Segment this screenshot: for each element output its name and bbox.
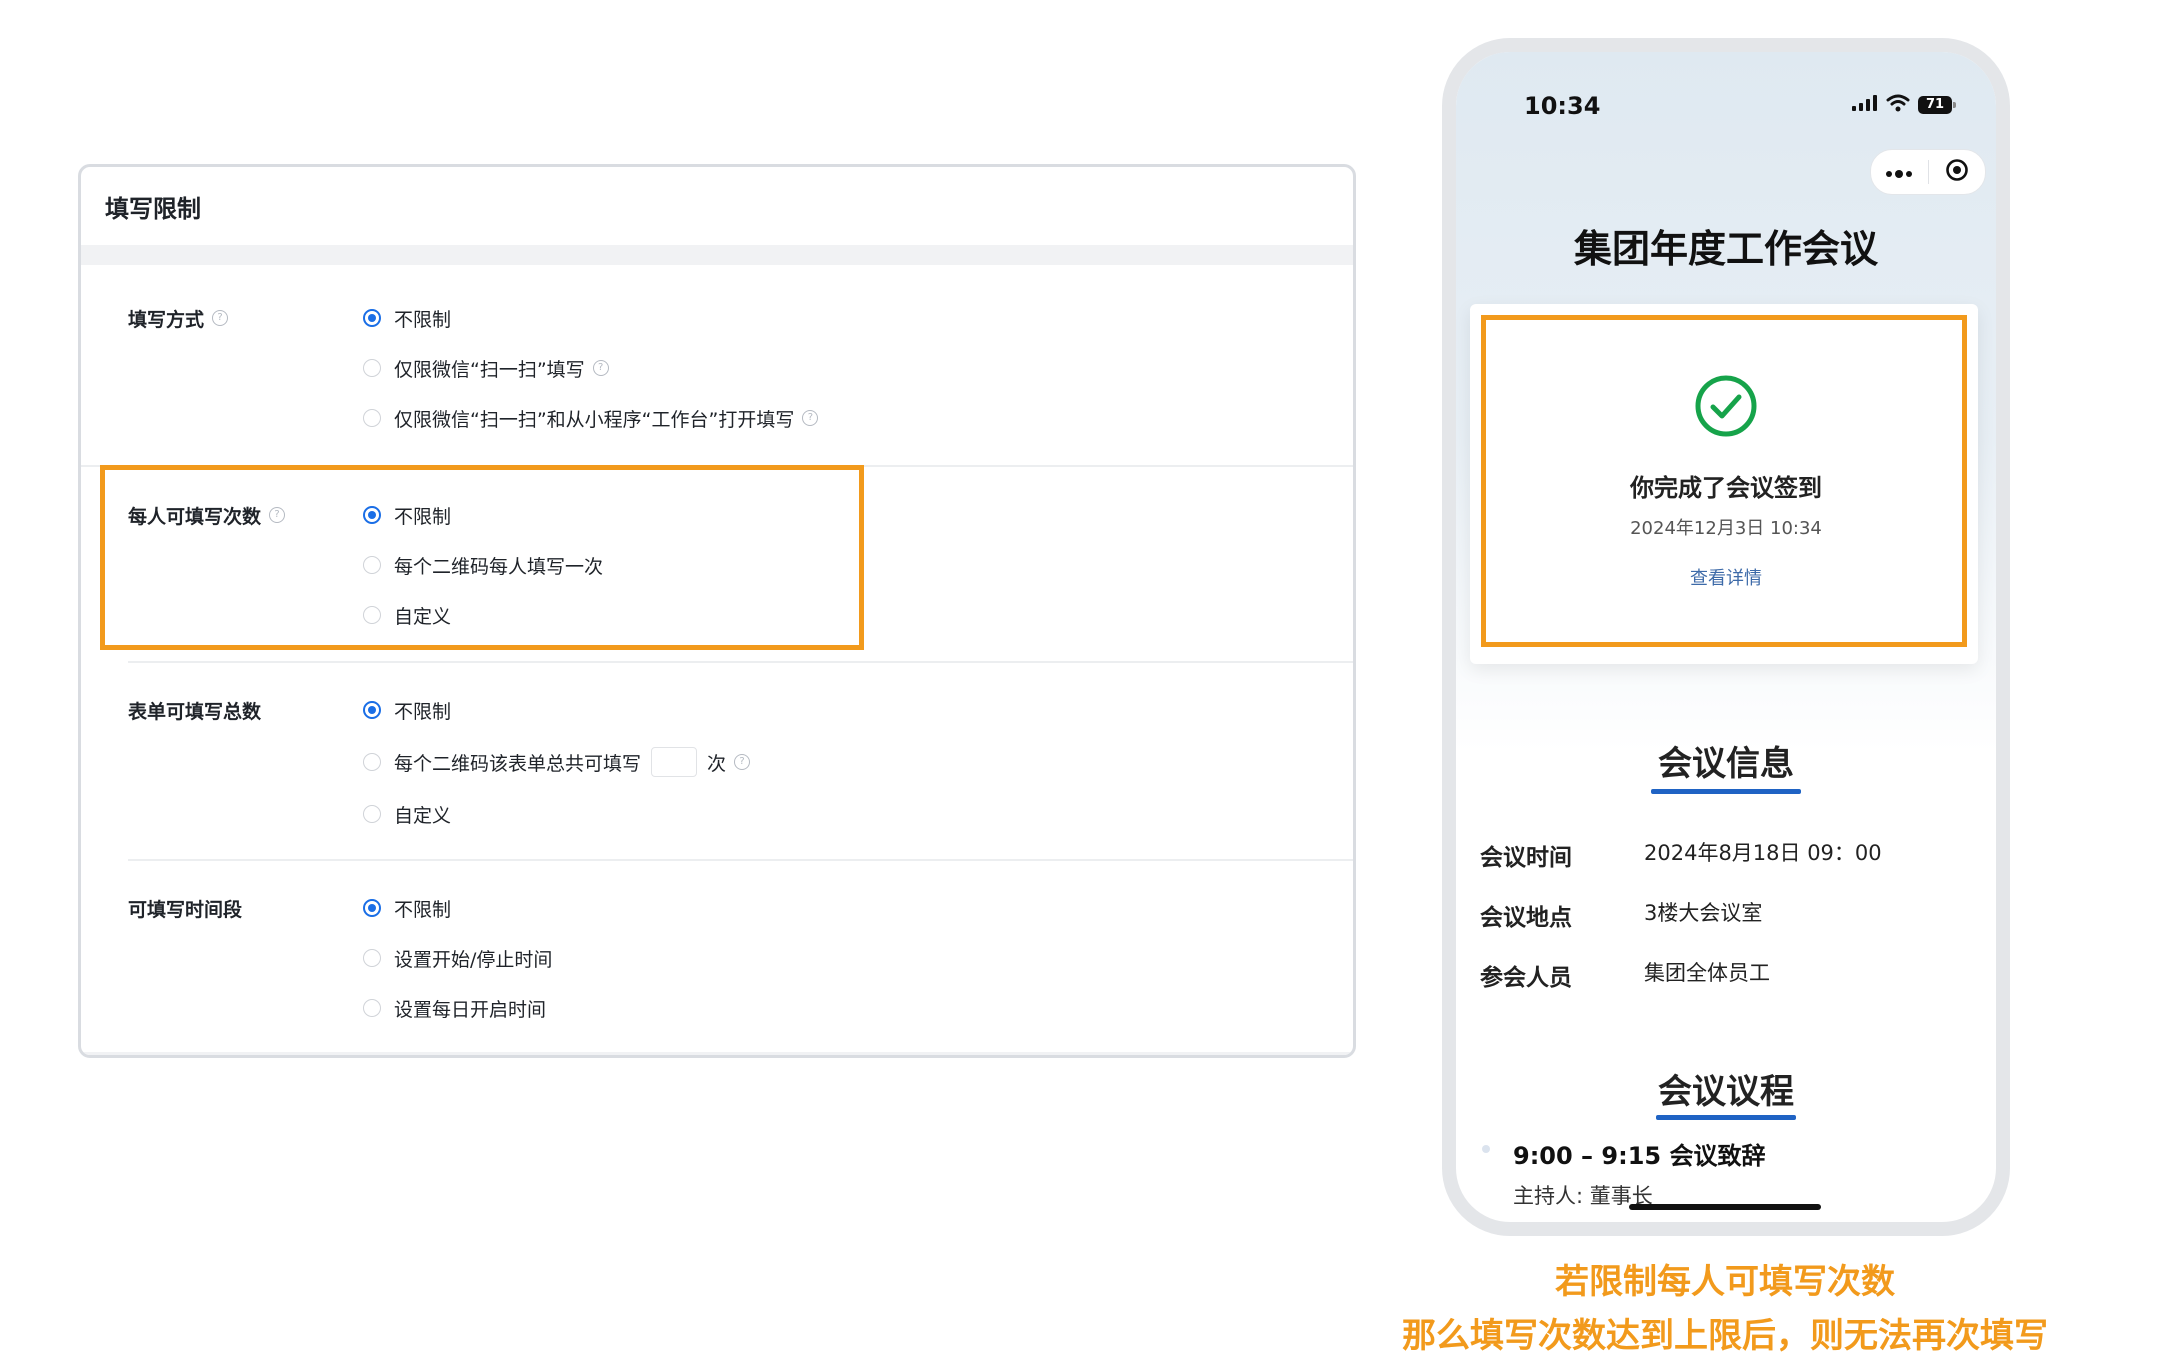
panel-title: 填写限制 [105, 194, 201, 223]
info-value-time: 2024年8月18日 09：00 [1644, 841, 1882, 865]
radio-checked-icon[interactable] [363, 309, 381, 327]
battery-icon: 71 [1918, 96, 1956, 114]
radio-unchecked-icon[interactable] [363, 805, 381, 823]
checkin-success-text: 你完成了会议签到 [1630, 474, 1822, 502]
agenda-title: 会议议程 [1658, 1072, 1794, 1112]
radio-option-unlimited[interactable]: 不限制 [363, 883, 451, 933]
section-label: 可填写时间段 [128, 898, 243, 921]
home-indicator [1629, 1204, 1821, 1210]
phone-mockup: 10:34 71 集团年度工作会议 你完成了会议签到 2024年12月3日 10… [1442, 38, 2010, 1236]
meeting-title: 集团年度工作会议 [1573, 227, 1878, 271]
radio-option-start-stop-time[interactable]: 设置开始/停止时间 [363, 933, 552, 983]
agenda-item: 9:00 – 9:15 会议致辞 [1513, 1142, 1766, 1170]
help-icon[interactable]: ? [734, 754, 751, 770]
section-label: 填写方式? [128, 293, 229, 343]
section-underline [1656, 1115, 1796, 1120]
radio-option-unlimited[interactable]: 不限制 [363, 293, 451, 343]
radio-option-daily-open-time[interactable]: 设置每日开启时间 [363, 983, 546, 1033]
radio-checked-icon[interactable] [363, 701, 381, 719]
radio-unchecked-icon[interactable] [363, 949, 381, 967]
radio-unchecked-icon[interactable] [363, 359, 381, 377]
section-underline [1651, 789, 1801, 794]
caption-line-1: 若限制每人可填写次数 [1555, 1262, 1895, 1302]
more-button[interactable] [1871, 150, 1928, 194]
caption-line-2: 那么填写次数达到上限后，则无法再次填写 [1402, 1316, 2048, 1356]
view-details-link[interactable]: 查看详情 [1456, 564, 1996, 590]
check-circle-icon [1694, 374, 1758, 442]
help-icon[interactable]: ? [802, 410, 819, 426]
info-label-attendees: 参会人员 [1480, 965, 1572, 991]
help-icon[interactable]: ? [212, 310, 229, 326]
status-bar-icons: 71 [1852, 94, 1956, 116]
info-value-attendees: 集团全体员工 [1644, 961, 1770, 985]
panel-footer-strip [81, 1052, 1353, 1055]
info-label-time: 会议时间 [1480, 845, 1572, 871]
meeting-info-title: 会议信息 [1658, 744, 1794, 784]
radio-option-wechat-scan-or-workbench[interactable]: 仅限微信“扫一扫”和从小程序“工作台”打开填写? [363, 393, 819, 443]
miniprogram-capsule[interactable] [1870, 149, 1986, 195]
panel-header-divider [81, 245, 1353, 265]
highlight-box-per-person [100, 465, 864, 650]
info-label-location: 会议地点 [1480, 905, 1572, 931]
radio-unchecked-icon[interactable] [363, 753, 381, 771]
radio-option-wechat-scan[interactable]: 仅限微信“扫一扫”填写? [363, 343, 609, 393]
total-count-input[interactable] [651, 747, 698, 777]
info-value-location: 3楼大会议室 [1644, 901, 1763, 925]
close-button[interactable] [1929, 150, 1986, 194]
close-target-icon [1945, 158, 1969, 186]
more-icon [1885, 163, 1913, 182]
radio-option-unlimited[interactable]: 不限制 [363, 685, 451, 735]
checkin-timestamp: 2024年12月3日 10:34 [1630, 518, 1822, 539]
signal-icon [1852, 95, 1878, 115]
help-icon[interactable]: ? [592, 360, 609, 376]
panel-body: 填写方式? 不限制 仅限微信“扫一扫”填写? 仅限微信“扫一扫”和从小程序“工作… [81, 265, 1353, 1055]
radio-unchecked-icon[interactable] [363, 409, 381, 427]
section-label: 表单可填写总数 [128, 700, 262, 723]
radio-option-custom[interactable]: 自定义 [363, 789, 451, 839]
radio-option-total-per-qrcode[interactable]: 每个二维码该表单总共可填写 次? [363, 737, 751, 787]
timeline-dot [1482, 1145, 1490, 1153]
radio-unchecked-icon[interactable] [363, 999, 381, 1017]
section-divider [128, 661, 1353, 663]
section-divider [128, 859, 1353, 861]
wifi-icon [1886, 94, 1910, 116]
status-time: 10:34 [1524, 92, 1601, 120]
radio-checked-icon[interactable] [363, 899, 381, 917]
